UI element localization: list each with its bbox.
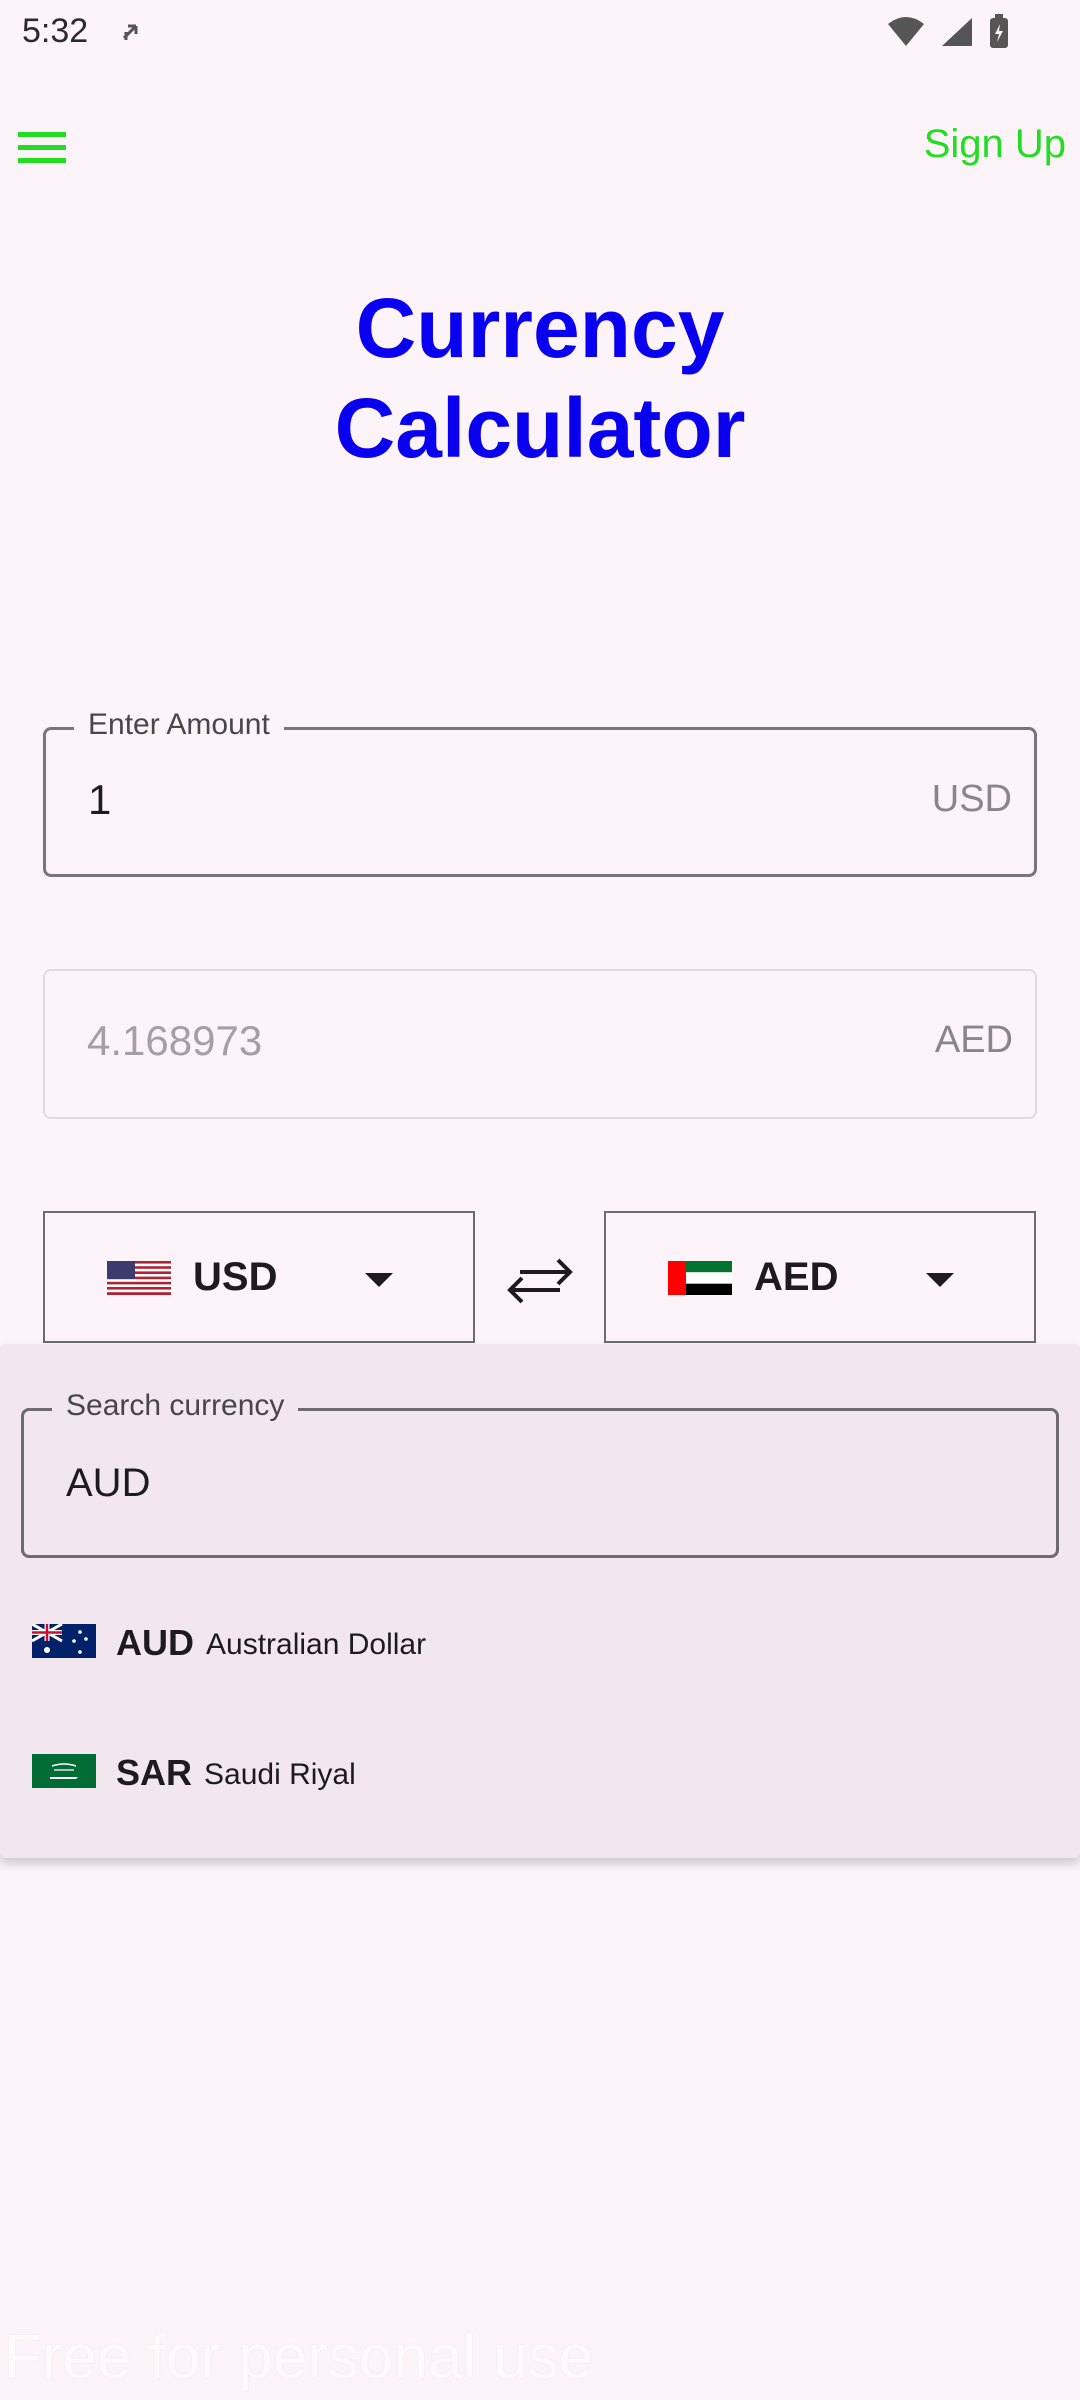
search-input-value[interactable]: AUD (66, 1461, 150, 1506)
from-currency-code: USD (193, 1255, 278, 1299)
status-bar: 5:32 (0, 0, 1080, 66)
currency-calculator-screen: 5:32 Sign Up Currency Calculator Enter A… (0, 0, 1080, 2400)
to-currency-code: AED (754, 1255, 839, 1299)
from-currency-selector[interactable]: USD (43, 1211, 475, 1343)
dropdown-option-sar[interactable]: SAR Saudi Riyal (0, 1714, 1080, 1834)
option-name: Australian Dollar (206, 1628, 427, 1661)
amount-field-label: Enter Amount (74, 708, 284, 742)
converted-amount-value: 4.168973 (87, 1017, 263, 1064)
page-title: Currency Calculator (0, 278, 1080, 478)
status-time: 5:32 (22, 12, 89, 50)
amount-currency-suffix: USD (931, 778, 1012, 820)
converted-amount-field: 4.168973 AED (43, 969, 1037, 1119)
sync-icon (122, 24, 138, 40)
signal-icon (942, 18, 972, 46)
chevron-down-icon (365, 1273, 393, 1287)
chevron-down-icon (926, 1273, 954, 1287)
watermark-text: Free for personal use (4, 2323, 594, 2392)
title-line-2: Calculator (334, 381, 746, 475)
search-currency-field[interactable]: Search currency AUD (21, 1389, 1059, 1558)
sign-up-button[interactable]: Sign Up (924, 122, 1066, 167)
saudi-flag-icon (32, 1754, 96, 1788)
amount-input-field[interactable]: Enter Amount 1 USD (43, 708, 1037, 877)
currency-dropdown-menu: Search currency AUD AUD Australian Dolla… (0, 1344, 1080, 1858)
option-code: SAR (116, 1752, 193, 1793)
converted-currency-suffix: AED (934, 1019, 1013, 1061)
status-icons (886, 14, 1010, 50)
uae-flag-icon (668, 1261, 732, 1295)
amount-input-value[interactable]: 1 (88, 776, 111, 824)
search-field-label: Search currency (52, 1389, 299, 1423)
to-currency-selector[interactable]: AED (604, 1211, 1036, 1343)
us-flag-icon (107, 1261, 171, 1295)
option-name: Saudi Riyal (204, 1758, 356, 1791)
wifi-icon (888, 17, 924, 46)
swap-arrows-icon[interactable] (500, 1246, 580, 1316)
dropdown-option-aud[interactable]: AUD Australian Dollar (0, 1584, 1080, 1704)
hamburger-menu-icon[interactable] (16, 126, 70, 170)
australia-flag-icon (32, 1624, 96, 1658)
title-line-1: Currency (355, 281, 725, 375)
option-code: AUD (116, 1622, 194, 1663)
battery-charging-icon (990, 14, 1008, 48)
